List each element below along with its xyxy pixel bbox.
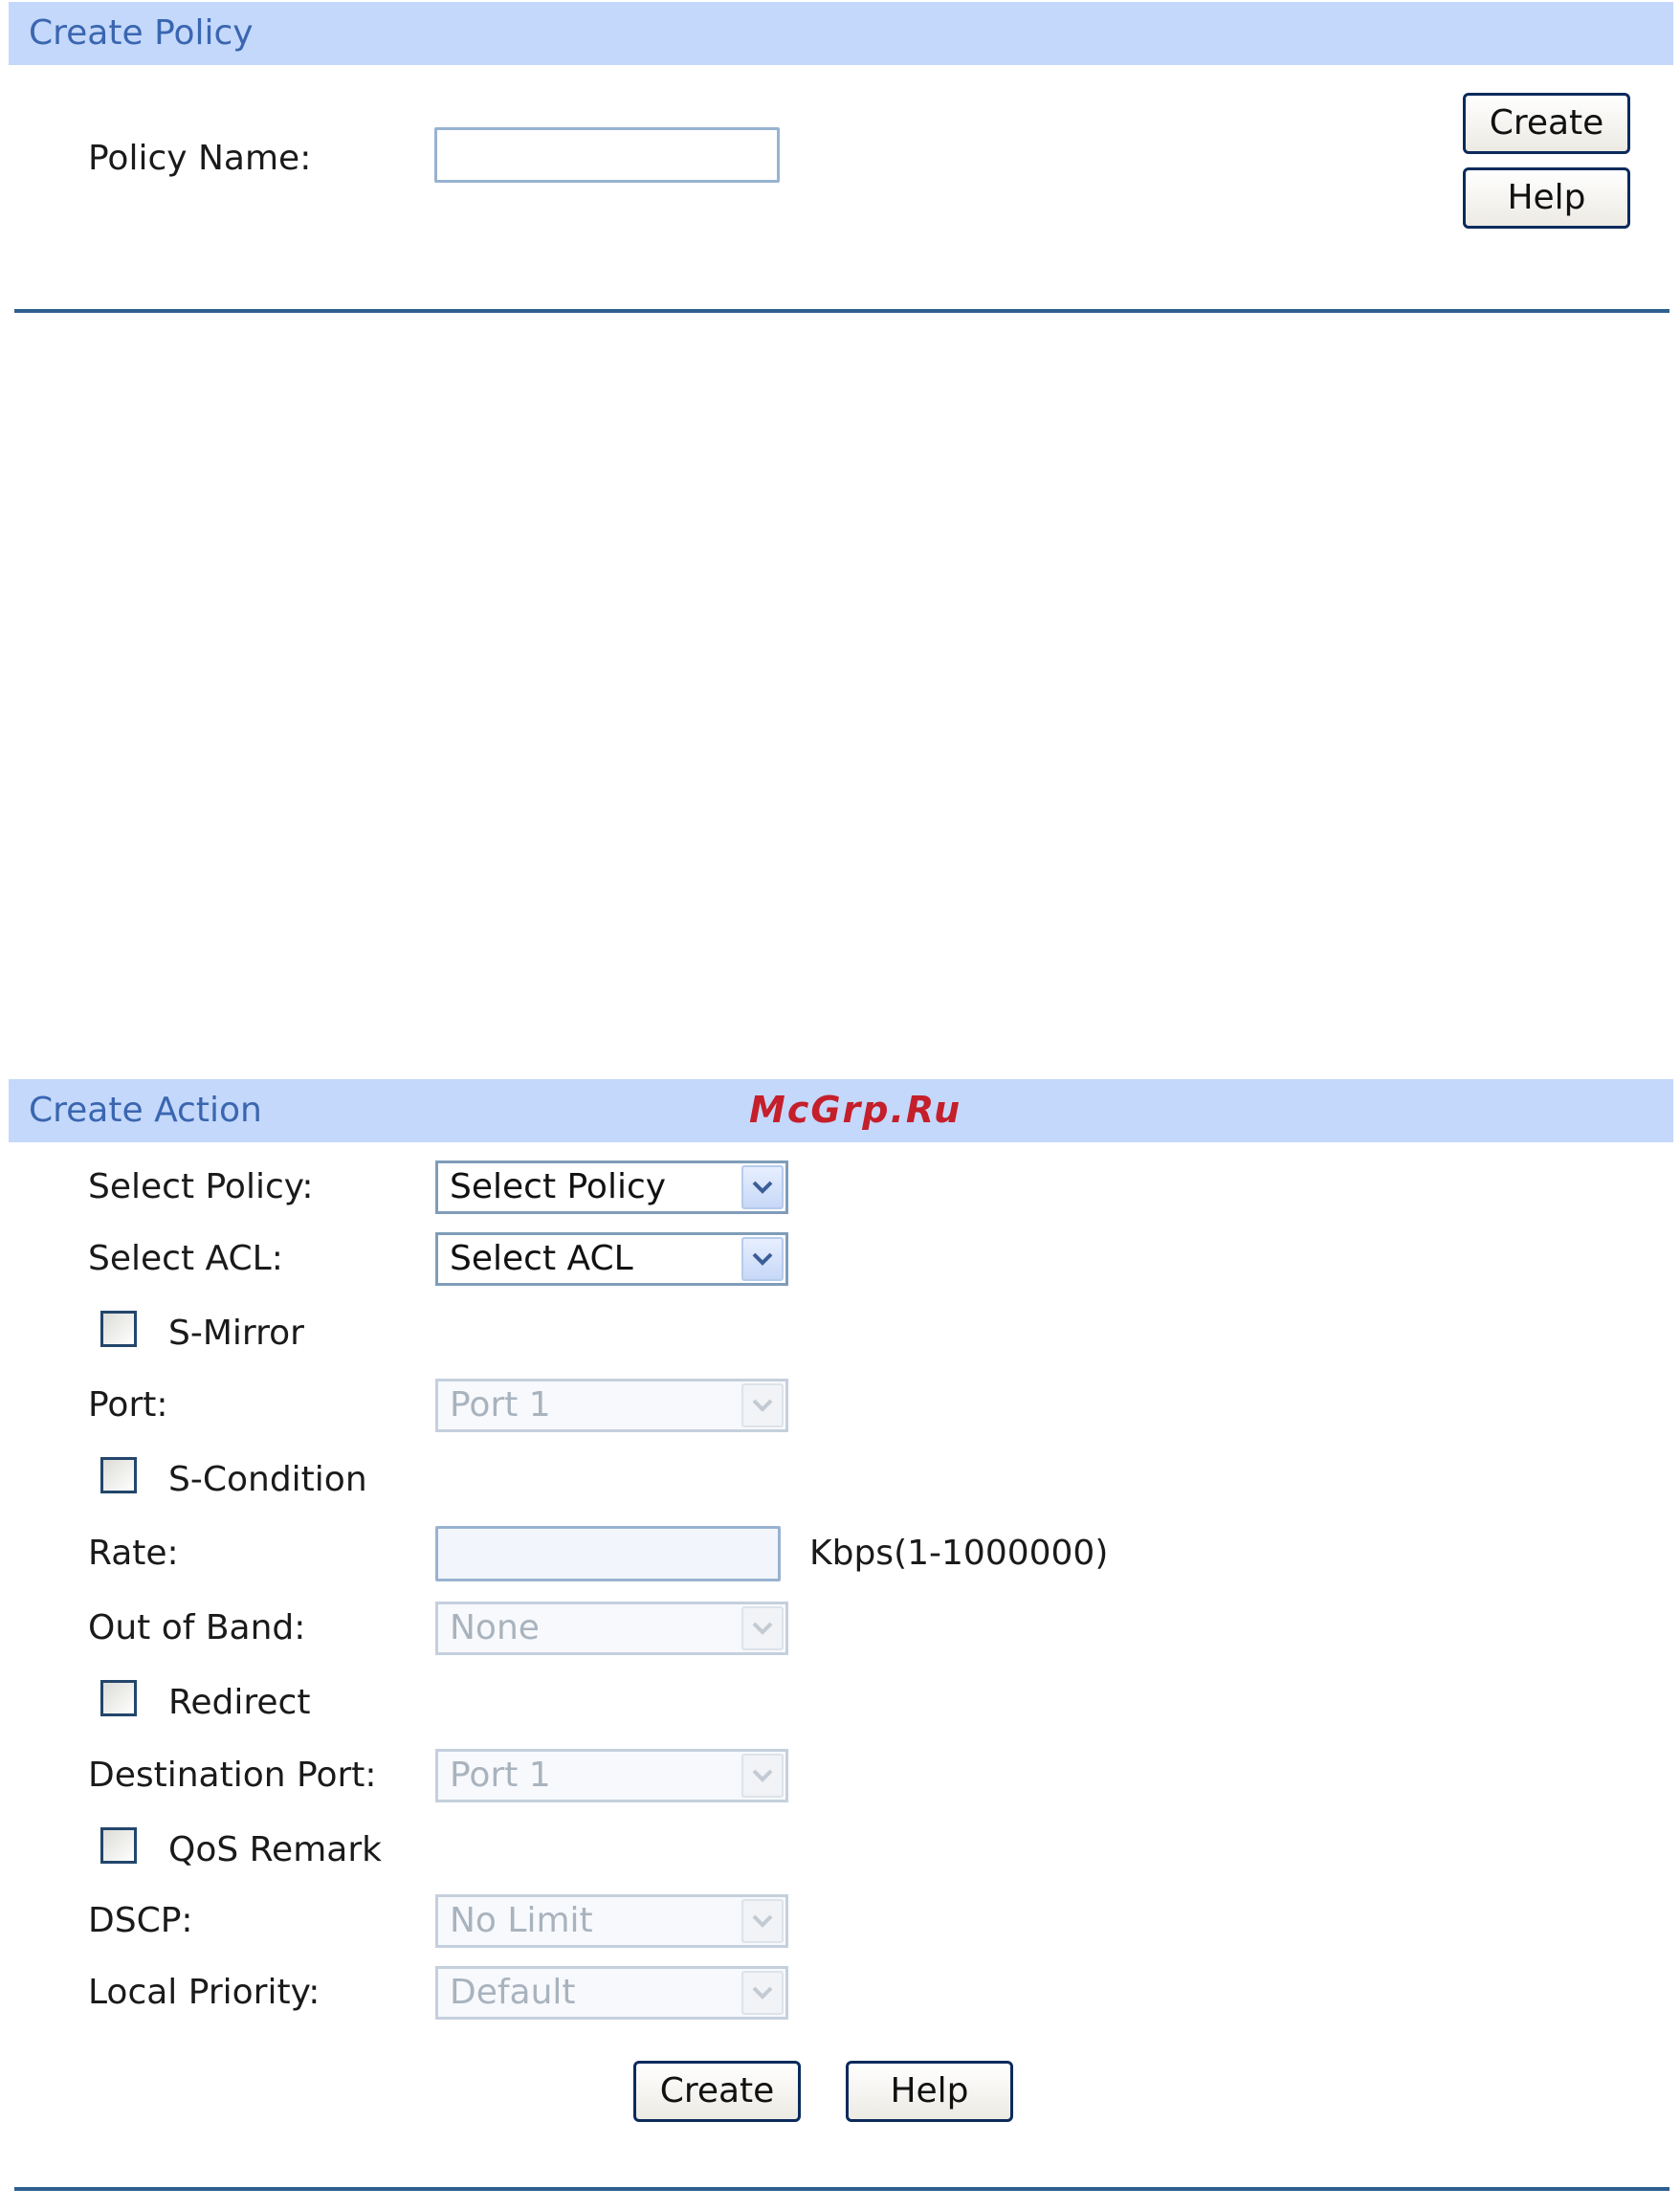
redirect-label: Redirect [168, 1683, 311, 1722]
select-policy-dropdown[interactable]: Select Policy [435, 1160, 788, 1214]
s-condition-label: S-Condition [168, 1460, 367, 1499]
qos-remark-label: QoS Remark [168, 1830, 382, 1869]
select-acl-label: Select ACL: [88, 1239, 283, 1278]
qos-remark-checkbox[interactable] [100, 1827, 137, 1864]
destination-port-dropdown[interactable]: Port 1 [435, 1749, 788, 1802]
create-policy-title: Create Policy [29, 13, 254, 53]
select-policy-value: Select Policy [450, 1167, 667, 1206]
s-condition-checkbox[interactable] [100, 1457, 137, 1493]
create-policy-header: Create Policy [9, 2, 1673, 65]
chevron-down-icon[interactable] [741, 1383, 784, 1427]
redirect-checkbox[interactable] [100, 1680, 137, 1716]
select-policy-label: Select Policy: [88, 1167, 314, 1206]
local-priority-value: Default [450, 1973, 576, 2012]
policy-divider [14, 309, 1669, 313]
out-of-band-label: Out of Band: [88, 1608, 306, 1647]
rate-range-hint: Kbps(1-1000000) [809, 1534, 1109, 1573]
local-priority-label: Local Priority: [88, 1973, 321, 2012]
create-action-title: Create Action [29, 1091, 262, 1130]
chevron-down-icon[interactable] [741, 1899, 784, 1943]
rate-input[interactable] [435, 1526, 781, 1581]
chevron-down-icon[interactable] [741, 1971, 784, 2015]
dscp-label: DSCP: [88, 1901, 193, 1940]
chevron-down-icon[interactable] [741, 1165, 784, 1209]
s-mirror-checkbox[interactable] [100, 1311, 137, 1347]
destination-port-label: Destination Port: [88, 1756, 377, 1795]
select-acl-dropdown[interactable]: Select ACL [435, 1232, 788, 1286]
chevron-down-icon[interactable] [741, 1606, 784, 1650]
s-mirror-label: S-Mirror [168, 1314, 304, 1353]
policy-name-label: Policy Name: [88, 139, 312, 178]
create-action-button[interactable]: Create [633, 2061, 801, 2122]
port-dropdown[interactable]: Port 1 [435, 1379, 788, 1432]
action-help-button[interactable]: Help [846, 2061, 1013, 2122]
watermark-text: McGrp.Ru [749, 1089, 962, 1131]
dscp-dropdown[interactable]: No Limit [435, 1894, 788, 1948]
chevron-down-icon[interactable] [741, 1754, 784, 1798]
create-policy-button[interactable]: Create [1463, 93, 1630, 154]
local-priority-dropdown[interactable]: Default [435, 1966, 788, 2020]
select-acl-value: Select ACL [450, 1239, 633, 1278]
chevron-down-icon[interactable] [741, 1237, 784, 1281]
dscp-value: No Limit [450, 1901, 593, 1940]
destination-port-value: Port 1 [450, 1756, 551, 1795]
rate-label: Rate: [88, 1534, 179, 1573]
port-label: Port: [88, 1385, 168, 1425]
port-value: Port 1 [450, 1385, 551, 1425]
out-of-band-value: None [450, 1608, 540, 1647]
action-divider [14, 2187, 1669, 2191]
policy-help-button[interactable]: Help [1463, 167, 1630, 229]
out-of-band-dropdown[interactable]: None [435, 1602, 788, 1655]
policy-name-input[interactable] [434, 127, 780, 183]
